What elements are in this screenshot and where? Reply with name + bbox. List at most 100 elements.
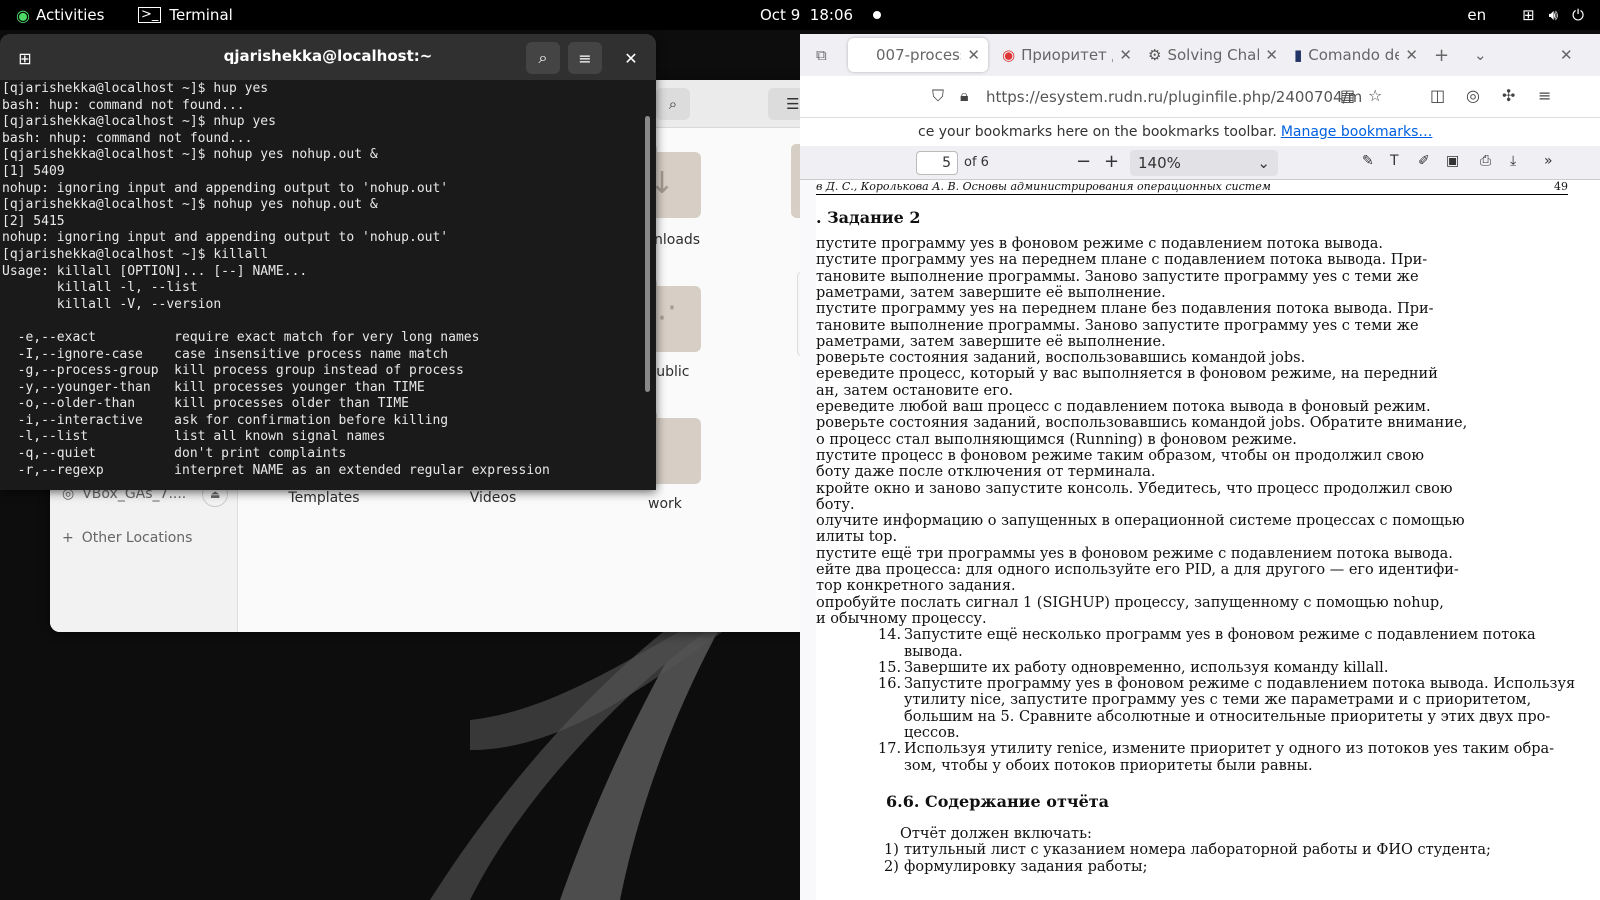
firefox-view-button[interactable]: ⧉ [808,38,835,72]
reader-mode-icon[interactable]: ▤ [1340,86,1355,105]
plus-icon: + [1434,44,1450,66]
power-icon: ⏻ [1572,6,1584,24]
pocket-icon[interactable]: ◫ [1430,86,1445,105]
section-title-report: 6.6. Содержание отчёта [886,791,1110,811]
section-title: . Задание 2 [816,208,921,227]
image-icon[interactable]: ▣ [1446,153,1459,169]
draw-icon[interactable]: ✐ [1418,153,1430,169]
chevron-down-icon: ⌄ [1257,154,1270,172]
tab-label: Приоритет д [1021,46,1114,64]
pdf-text-line: и обычному процессу. [816,610,987,627]
terminal-scrollbar[interactable] [645,116,650,392]
clock[interactable]: Oct 9 18:06 [760,0,882,30]
pdf-list-number: 14. [878,627,902,644]
terminal-line: nohup: ignoring input and appending outp… [2,180,449,196]
tab-solving[interactable]: ⚙ Solving Challe ✕ [1140,38,1286,72]
search-icon: ⌕ [668,95,678,113]
pdf-list-number: 1) [884,842,899,859]
manage-bookmarks-link[interactable]: Manage bookmarks… [1281,124,1433,140]
pdf-text-line: пустите программу yes в фоновом режиме с… [816,236,1383,252]
bookmark-star-icon[interactable]: ☆ [1368,86,1382,105]
zoom-value: 140% [1138,154,1181,172]
url-bar[interactable]: https://esystem.rudn.ru/pluginfile.php/2… [986,81,1456,113]
activities-button[interactable]: ◉ Activities [16,0,104,30]
terminal-line: [1] 5409 [2,163,65,179]
pdf-list-text: Используя утилиту renice, измените приор… [904,741,1555,758]
highlight-icon[interactable]: ✎ [1362,153,1374,169]
lock-icon[interactable]: 🔒︎ [960,86,969,106]
pdf-text-line: ереведите процесс, который у вас выполня… [816,366,1438,383]
bookmarks-toolbar: ce your bookmarks here on the bookmarks … [800,118,1600,146]
tab-label: Solving Challe [1167,46,1260,64]
pdf-list-text: Запустите ещё несколько программ yes в ф… [904,627,1536,644]
tab-pdf[interactable]: 007-process.p ✕ [848,38,988,72]
list-tabs-button[interactable]: ⌄ [1466,38,1495,72]
app-menu-terminal[interactable]: >_ Terminal [138,0,233,30]
pdf-text-line: пустите программу yes на переднем плане … [816,301,1434,318]
zoom-out-icon[interactable]: − [1076,151,1091,172]
tab-priority[interactable]: ◉ Приоритет д ✕ [994,38,1140,72]
files-search-button[interactable]: ⌕ [656,88,690,120]
fedora-logo-icon: ◉ [16,5,30,25]
tab-label: Comando de l [1308,46,1400,64]
terminal-menu-button[interactable]: ≡ [568,42,602,74]
plus-icon: + [62,530,74,546]
window-close-button[interactable]: ✕ [1552,38,1581,72]
account-icon[interactable]: ◎ [1466,86,1480,105]
system-tray[interactable]: en ⊞ 🔊︎ ⏻ [1467,0,1600,30]
pdf-text-line: тановите выполнение программы. Заново за… [816,317,1419,334]
pdf-list-text: цессов. [904,725,960,741]
site-favicon-icon: ▮ [1294,46,1303,64]
save-icon[interactable]: ⤓ [1510,153,1516,169]
close-icon[interactable]: ✕ [1119,46,1132,64]
pdf-text-line: пустите ещё три программы yes в фоновом … [816,545,1453,562]
terminal-line: [qjarishekka@localhost ~]$ killall [2,246,269,262]
page-number-input[interactable]: 5 [916,151,958,175]
terminal-line: bash: nhup: command not found... [2,130,253,146]
folder-label: Videos [469,490,517,506]
tab-label: 007-process.p [876,46,961,64]
zoom-in-icon[interactable]: + [1104,151,1119,172]
pdf-text-line: кройте окно и заново запустите консоль. … [816,480,1453,497]
terminal-line: -q,--quiet don't print complaints [2,446,347,462]
terminal-line: -e,--exact require exact match for very … [2,329,480,345]
folder-templates[interactable]: Templates [264,490,384,506]
bookmarks-hint: ce your bookmarks here on the bookmarks … [918,124,1277,140]
close-icon[interactable]: ✕ [1265,46,1278,64]
sidebar-item-other-locations[interactable]: + Other Locations [62,530,192,546]
close-icon[interactable]: ✕ [967,46,980,64]
terminal-line: [qjarishekka@localhost ~]$ nhup yes [2,114,276,130]
keyboard-layout-indicator[interactable]: en [1467,6,1486,24]
terminal-line: -r,--regexp interpret NAME as an extende… [2,462,550,478]
pdf-list-text: титульный лист с указанием номера лабора… [904,842,1491,859]
pdf-list-number: 2) [884,858,899,875]
hamburger-icon[interactable]: ≡ [1538,86,1551,105]
app-menu-label: Terminal [169,6,233,24]
zoom-select[interactable]: 140% ⌄ [1130,150,1278,176]
terminal-icon: >_ [138,7,162,23]
pdf-text-line: Отчёт должен включать: [900,825,1092,842]
tab-comando[interactable]: ▮ Comando de l ✕ [1286,38,1426,72]
pdf-page[interactable]: в Д. С., Королькова А. В. Основы админис… [816,180,1600,900]
terminal-line: -o,--older-than kill processes older tha… [2,396,409,412]
more-tools-icon[interactable]: » [1544,153,1553,169]
site-favicon-icon: ⚙ [1148,46,1162,64]
terminal-output[interactable]: [qjarishekka@localhost ~]$ hup yes bash: … [0,80,656,490]
folder-videos[interactable]: Videos [433,490,553,506]
folder-label: work [648,496,682,512]
search-icon: ⌕ [538,48,548,67]
pdf-text-line: илиты top. [816,529,898,546]
terminal-line: -g,--process-group kill process group in… [2,363,464,379]
terminal-search-button[interactable]: ⌕ [526,42,560,74]
new-tab-button[interactable]: + [1426,38,1457,72]
text-icon[interactable]: T [1390,153,1399,169]
extensions-icon[interactable]: ✣ [1502,86,1515,105]
pdf-text-line: ереведите любой ваш процесс с подавление… [816,399,1431,415]
close-icon[interactable]: ✕ [1405,46,1418,64]
pdf-list-text: большим на 5. Сравните абсолютные и отно… [904,708,1551,725]
shield-icon[interactable]: ⛉ [932,86,944,106]
close-icon: ✕ [624,48,638,68]
pdf-text-line: опробуйте послать сигнал 1 (SIGHUP) проц… [816,594,1444,611]
print-icon[interactable]: ⎙ [1480,153,1491,169]
terminal-close-button[interactable]: ✕ [614,42,648,74]
